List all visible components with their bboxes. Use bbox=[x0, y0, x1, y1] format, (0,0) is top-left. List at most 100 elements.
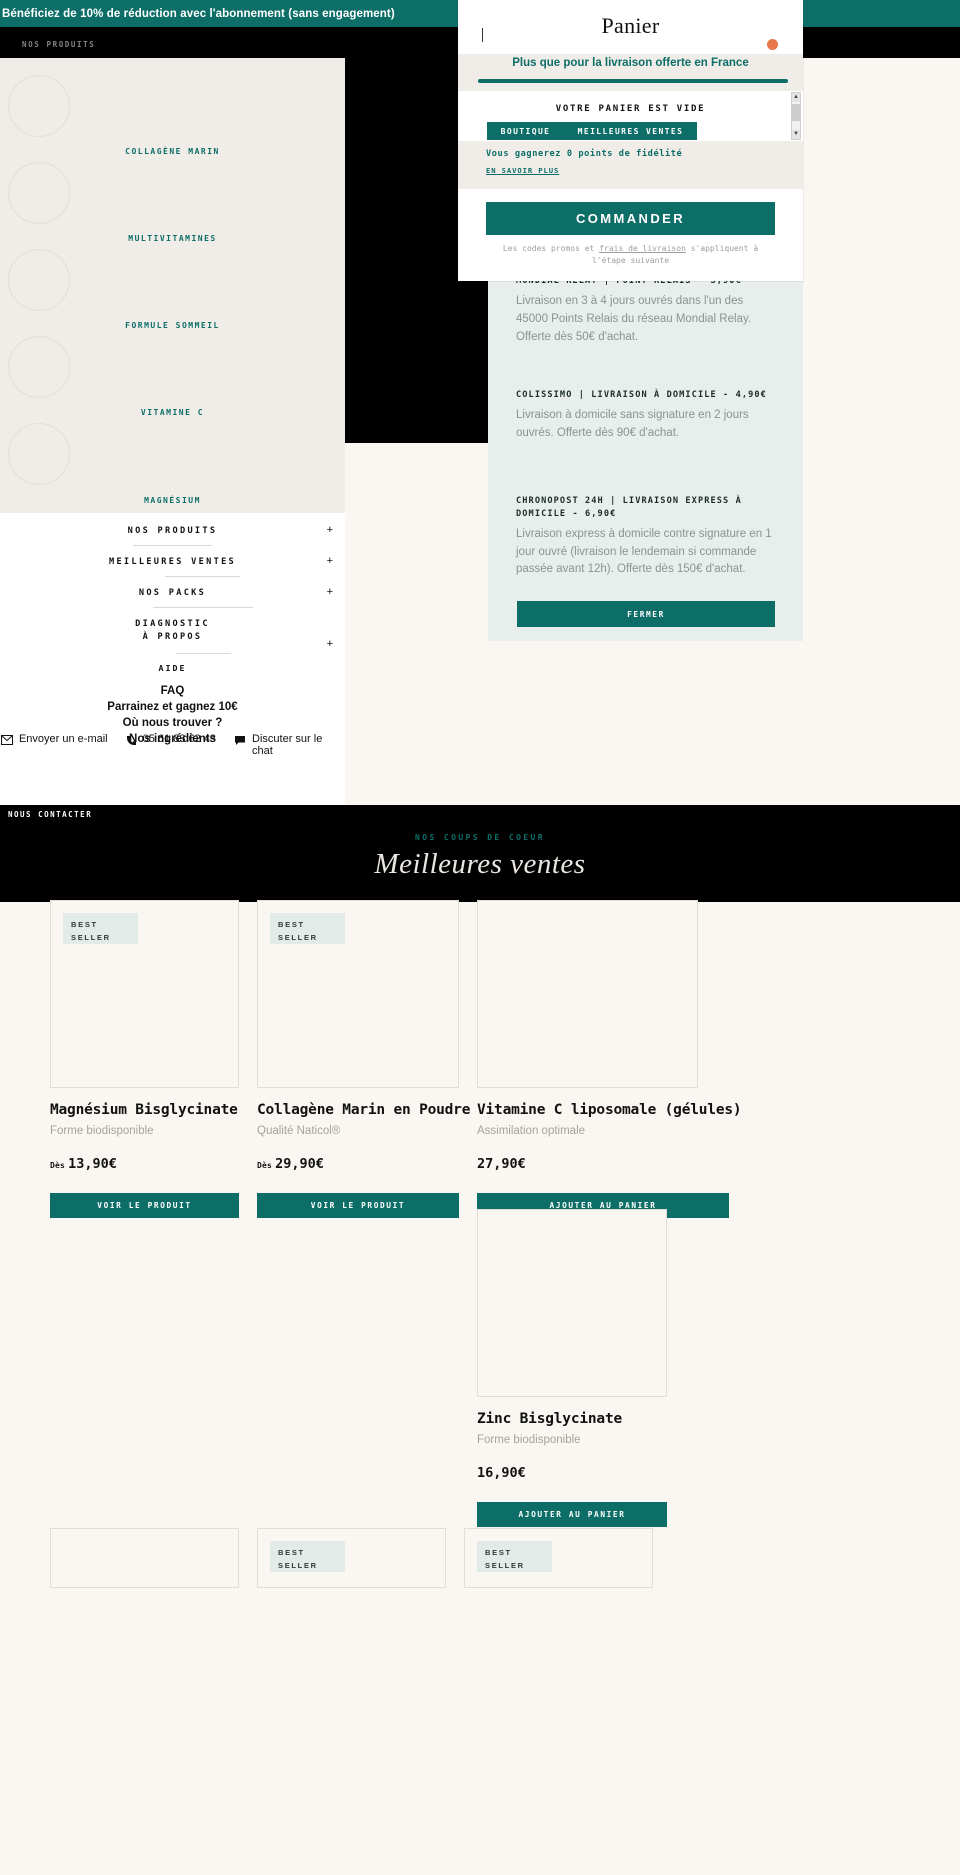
cart-scrollbar[interactable]: ▲ ▼ bbox=[791, 92, 801, 140]
loyalty-learn-more-link[interactable]: EN SAVOIR PLUS bbox=[486, 166, 559, 175]
product-card-collagene[interactable]: BEST SELLER Collagène Marin en Poudre Qu… bbox=[257, 900, 470, 1218]
badge-line-1: BEST bbox=[485, 1548, 512, 1557]
shipping-title-1: COLISSIMO | LIVRAISON À DOMICILE - 4,90€ bbox=[516, 390, 767, 400]
shipping-title-2: CHRONOPOST 24H | LIVRAISON EXPRESS À DOM… bbox=[516, 496, 742, 519]
product-image-next-3[interactable]: BEST SELLER bbox=[464, 1528, 653, 1588]
badge-line-2: SELLER bbox=[278, 933, 318, 943]
product-card-magnesium[interactable]: BEST SELLER Magnésium Bisglycinate Forme… bbox=[50, 900, 239, 1218]
mega-thumb-3 bbox=[8, 249, 70, 311]
product-image-magnesium[interactable]: BEST SELLER bbox=[50, 900, 239, 1088]
product-price-row: 16,90€ bbox=[477, 1465, 667, 1481]
contact-email[interactable]: Envoyer un e-mail bbox=[0, 733, 108, 757]
nav-divider-3 bbox=[153, 607, 253, 608]
scroll-up-icon[interactable]: ▲ bbox=[792, 93, 800, 102]
product-subtitle: Forme biodisponible bbox=[50, 1125, 154, 1137]
shipping-desc-2: Livraison express à domicile contre sign… bbox=[516, 527, 772, 576]
nav-expand-meilleures-ventes[interactable]: + bbox=[327, 555, 333, 567]
mega-thumb-2 bbox=[8, 162, 70, 224]
mega-link-sommeil[interactable]: FORMULE SOMMEIL bbox=[0, 321, 345, 330]
product-price: 13,90€ bbox=[68, 1156, 117, 1172]
announcement-text: Bénéficiez de 10% de réduction avec l'ab… bbox=[2, 7, 395, 20]
product-price: 16,90€ bbox=[477, 1465, 526, 1481]
product-card-vitamine-c[interactable]: Vitamine C liposomale (gélules) Assimila… bbox=[477, 900, 742, 1218]
nav-drawer: NOS PRODUITS + MEILLEURES VENTES + NOS P… bbox=[0, 513, 345, 818]
mega-thumb-4 bbox=[8, 336, 70, 398]
nav-item-nos-packs[interactable]: NOS PACKS bbox=[0, 588, 345, 598]
badge-line-2: SELLER bbox=[71, 933, 111, 943]
product-price: 27,90€ bbox=[477, 1156, 526, 1172]
loyalty-section: Vous gagnerez 0 points de fidélité EN SA… bbox=[458, 141, 803, 189]
mega-link-magnesium[interactable]: MAGNÉSIUM bbox=[0, 496, 345, 505]
nav-item-nos-produits[interactable]: NOS PRODUITS bbox=[0, 526, 345, 536]
price-from-label: Dès bbox=[257, 1161, 273, 1170]
mega-link-vitamine-c[interactable]: VITAMINE C bbox=[0, 408, 345, 417]
product-cta-button[interactable]: VOIR LE PRODUIT bbox=[50, 1193, 239, 1218]
nav-item-a-propos[interactable]: À PROPOS bbox=[0, 632, 345, 642]
contact-phone[interactable]: 05 61 83 62 43 bbox=[126, 733, 216, 757]
product-cta-button[interactable]: AJOUTER AU PANIER bbox=[477, 1502, 667, 1527]
mega-menu-links: COLLAGÈNE MARIN MULTIVITAMINES FORMULE S… bbox=[0, 58, 345, 513]
nav-divider-2 bbox=[165, 576, 240, 577]
product-price-row: Dès 29,90€ bbox=[257, 1156, 459, 1172]
nav-item-meilleures-ventes[interactable]: MEILLEURES VENTES bbox=[0, 557, 345, 567]
product-image-collagene[interactable]: BEST SELLER bbox=[257, 900, 459, 1088]
nav-link-ou-nous-trouver[interactable]: Où nous trouver ? bbox=[0, 717, 345, 729]
chip-boutique[interactable]: BOUTIQUE bbox=[501, 127, 551, 136]
nav-expand-nos-packs[interactable]: + bbox=[327, 586, 333, 598]
progress-track bbox=[478, 79, 788, 83]
nav-expand-nos-produits[interactable]: + bbox=[327, 524, 333, 536]
checkout-button[interactable]: COMMANDER bbox=[486, 202, 775, 235]
chip-meilleures-ventes[interactable]: MEILLEURES VENTES bbox=[578, 127, 684, 136]
badge-line-2: SELLER bbox=[278, 1561, 318, 1571]
badge-line-1: BEST bbox=[71, 920, 98, 929]
cart-suggestion-chips: BOUTIQUE MEILLEURES VENTES bbox=[487, 122, 697, 140]
nav-link-parrainage[interactable]: Parrainez et gagnez 10€ bbox=[0, 701, 345, 713]
nav-link-faq[interactable]: FAQ bbox=[0, 685, 345, 697]
product-image-next-2[interactable]: BEST SELLER bbox=[257, 1528, 446, 1588]
product-card-next-3[interactable]: BEST SELLER bbox=[464, 1528, 653, 1588]
best-seller-badge: BEST SELLER bbox=[477, 1541, 552, 1572]
product-card-next-2[interactable]: BEST SELLER bbox=[257, 1528, 446, 1588]
progress-fill bbox=[478, 79, 788, 83]
contact-chat-label: Discuter sur le chat bbox=[252, 733, 323, 757]
shipping-option-chronopost: CHRONOPOST 24H | LIVRAISON EXPRESS À DOM… bbox=[516, 495, 776, 579]
shipping-option-colissimo: COLISSIMO | LIVRAISON À DOMICILE - 4,90€… bbox=[516, 389, 776, 443]
scroll-down-icon[interactable]: ▼ bbox=[792, 130, 800, 139]
product-card-next-1[interactable] bbox=[50, 1528, 239, 1588]
header-nav-label[interactable]: NOS PRODUITS bbox=[22, 40, 95, 49]
cart-empty-message: VOTRE PANIER EST VIDE bbox=[555, 104, 706, 114]
contact-links-row: Envoyer un e-mail 05 61 83 62 43 Discute… bbox=[0, 733, 345, 757]
phone-icon bbox=[126, 733, 137, 749]
mega-link-collagene[interactable]: COLLAGÈNE MARIN bbox=[0, 147, 345, 156]
shipping-option-mondial-relay: MONDIAL RELAY | POINT RELAIS - 3,90€ Liv… bbox=[516, 275, 776, 346]
shipping-info-panel: MONDIAL RELAY | POINT RELAIS - 3,90€ Liv… bbox=[488, 276, 803, 641]
product-subtitle: Forme biodisponible bbox=[477, 1434, 581, 1446]
nav-item-diagnostic[interactable]: DIAGNOSTIC bbox=[0, 619, 345, 629]
product-cta-button[interactable]: VOIR LE PRODUIT bbox=[257, 1193, 459, 1218]
shipping-close-button[interactable]: FERMER bbox=[517, 601, 775, 627]
cart-notification-dot bbox=[767, 39, 778, 50]
product-price-row: 27,90€ bbox=[477, 1156, 729, 1172]
scrollbar-thumb[interactable] bbox=[792, 104, 800, 121]
product-image-next-1[interactable] bbox=[50, 1528, 239, 1588]
product-image-vitamine-c[interactable] bbox=[477, 900, 698, 1088]
shipping-fees-link[interactable]: frais de livraison bbox=[599, 244, 686, 253]
product-subtitle: Assimilation optimale bbox=[477, 1125, 586, 1137]
product-card-zinc[interactable]: Zinc Bisglycinate Forme biodisponible 16… bbox=[477, 1209, 667, 1527]
nous-contacter-label[interactable]: NOUS CONTACTER bbox=[8, 810, 92, 819]
chat-icon bbox=[234, 733, 246, 749]
bestsellers-eyebrow: NOS COUPS DE COEUR bbox=[415, 833, 545, 842]
best-seller-badge: BEST SELLER bbox=[270, 913, 345, 944]
nav-expand-a-propos[interactable]: + bbox=[327, 638, 333, 650]
mega-thumb-5 bbox=[8, 423, 70, 485]
product-name: Magnésium Bisglycinate bbox=[50, 1102, 238, 1118]
product-price: 29,90€ bbox=[275, 1156, 324, 1172]
mega-thumb-1 bbox=[8, 75, 70, 137]
mega-link-multivitamines[interactable]: MULTIVITAMINES bbox=[0, 234, 345, 243]
price-from-label: Dès bbox=[50, 1161, 66, 1170]
product-image-zinc[interactable] bbox=[477, 1209, 667, 1397]
contact-chat[interactable]: Discuter sur le chat bbox=[234, 733, 344, 757]
nav-divider-1 bbox=[133, 545, 212, 546]
shipping-desc-0: Livraison en 3 à 4 jours ouvrés dans l'u… bbox=[516, 294, 752, 343]
badge-line-1: BEST bbox=[278, 920, 305, 929]
